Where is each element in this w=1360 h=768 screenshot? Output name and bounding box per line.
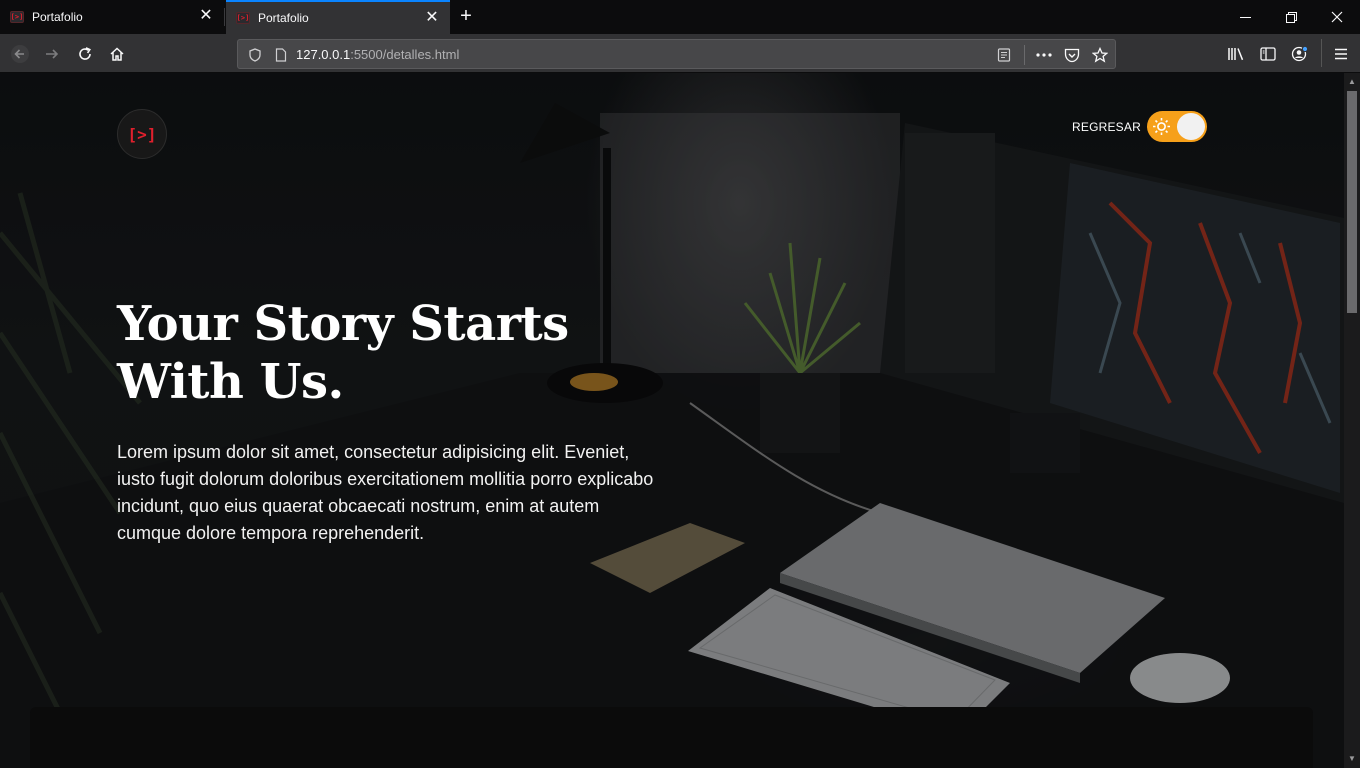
- page-actions-icon[interactable]: [1035, 46, 1053, 64]
- new-tab-icon[interactable]: +: [455, 5, 477, 27]
- desk-background-image: [0, 73, 1344, 768]
- toggle-knob: [1177, 113, 1205, 140]
- scroll-down-icon[interactable]: ▼: [1347, 754, 1357, 764]
- scrollbar-thumb[interactable]: [1347, 91, 1357, 313]
- url-host: 127.0.0.1: [296, 47, 351, 62]
- hero-title: Your Story Starts With Us.: [117, 295, 677, 411]
- close-tab-icon[interactable]: ✕: [424, 10, 440, 26]
- url-path: :5500/detalles.html: [350, 47, 460, 62]
- back-icon[interactable]: [6, 40, 34, 68]
- close-window-icon[interactable]: [1314, 0, 1360, 34]
- shield-icon[interactable]: [246, 46, 264, 64]
- favicon-icon: [>]: [10, 11, 24, 23]
- reader-view-icon[interactable]: [995, 46, 1013, 64]
- page-info-icon[interactable]: [272, 46, 290, 64]
- scroll-up-icon[interactable]: ▲: [1347, 77, 1357, 87]
- forward-icon[interactable]: [38, 40, 66, 68]
- minimize-icon[interactable]: [1222, 0, 1268, 34]
- pocket-icon[interactable]: [1063, 46, 1081, 64]
- sidebar-icon[interactable]: [1254, 40, 1282, 68]
- restore-icon[interactable]: [1268, 0, 1314, 34]
- tab-strip: [>] Portafolio ✕ [>] Portafolio ✕ +: [0, 0, 1360, 34]
- reload-icon[interactable]: [71, 40, 99, 68]
- hero-title-line-2: With Us.: [117, 354, 344, 410]
- library-icon[interactable]: [1222, 40, 1250, 68]
- address-bar[interactable]: 127.0.0.1:5500/detalles.html: [237, 39, 1116, 69]
- url-text[interactable]: 127.0.0.1:5500/detalles.html: [296, 47, 459, 62]
- back-link[interactable]: REGRESAR: [1072, 120, 1141, 134]
- toolbar-divider: [1321, 39, 1322, 67]
- favicon-icon: [>]: [236, 12, 250, 24]
- tab-title: Portafolio: [32, 10, 83, 24]
- page-scrollbar[interactable]: ▲ ▼: [1344, 73, 1360, 768]
- content-card: [30, 707, 1313, 768]
- account-icon[interactable]: [1286, 40, 1314, 68]
- close-tab-icon[interactable]: ✕: [198, 8, 214, 24]
- hero-section: [>] REGRESAR Your Story Starts With Us. …: [0, 73, 1344, 768]
- hero-text-line-2: iusto fugit dolorum doloribus exercitati…: [117, 469, 654, 489]
- hero-description: Lorem ipsum dolor sit amet, consectetur …: [117, 439, 662, 547]
- sun-icon: [1153, 118, 1170, 135]
- site-logo[interactable]: [>]: [117, 109, 167, 159]
- browser-tab-1[interactable]: [>] Portafolio ✕: [0, 0, 224, 34]
- hero-text-line-1: Lorem ipsum dolor sit amet, consectetur …: [117, 442, 630, 462]
- theme-toggle[interactable]: [1147, 111, 1207, 142]
- browser-tab-2[interactable]: [>] Portafolio ✕: [226, 0, 450, 34]
- hero-text-line-3: incidunt, quo eius quaerat obcaecati nos…: [117, 496, 600, 516]
- menu-icon[interactable]: [1327, 40, 1355, 68]
- hero-title-line-1: Your Story Starts: [117, 296, 569, 352]
- home-icon[interactable]: [103, 40, 131, 68]
- address-bar-divider: [1024, 45, 1025, 65]
- tab-title: Portafolio: [258, 11, 309, 25]
- bookmark-star-icon[interactable]: [1091, 46, 1109, 64]
- hero-text-line-4: cumque dolore tempora reprehenderit.: [117, 523, 425, 543]
- navigation-toolbar: 127.0.0.1:5500/detalles.html: [0, 34, 1360, 73]
- tab-divider: [224, 8, 225, 26]
